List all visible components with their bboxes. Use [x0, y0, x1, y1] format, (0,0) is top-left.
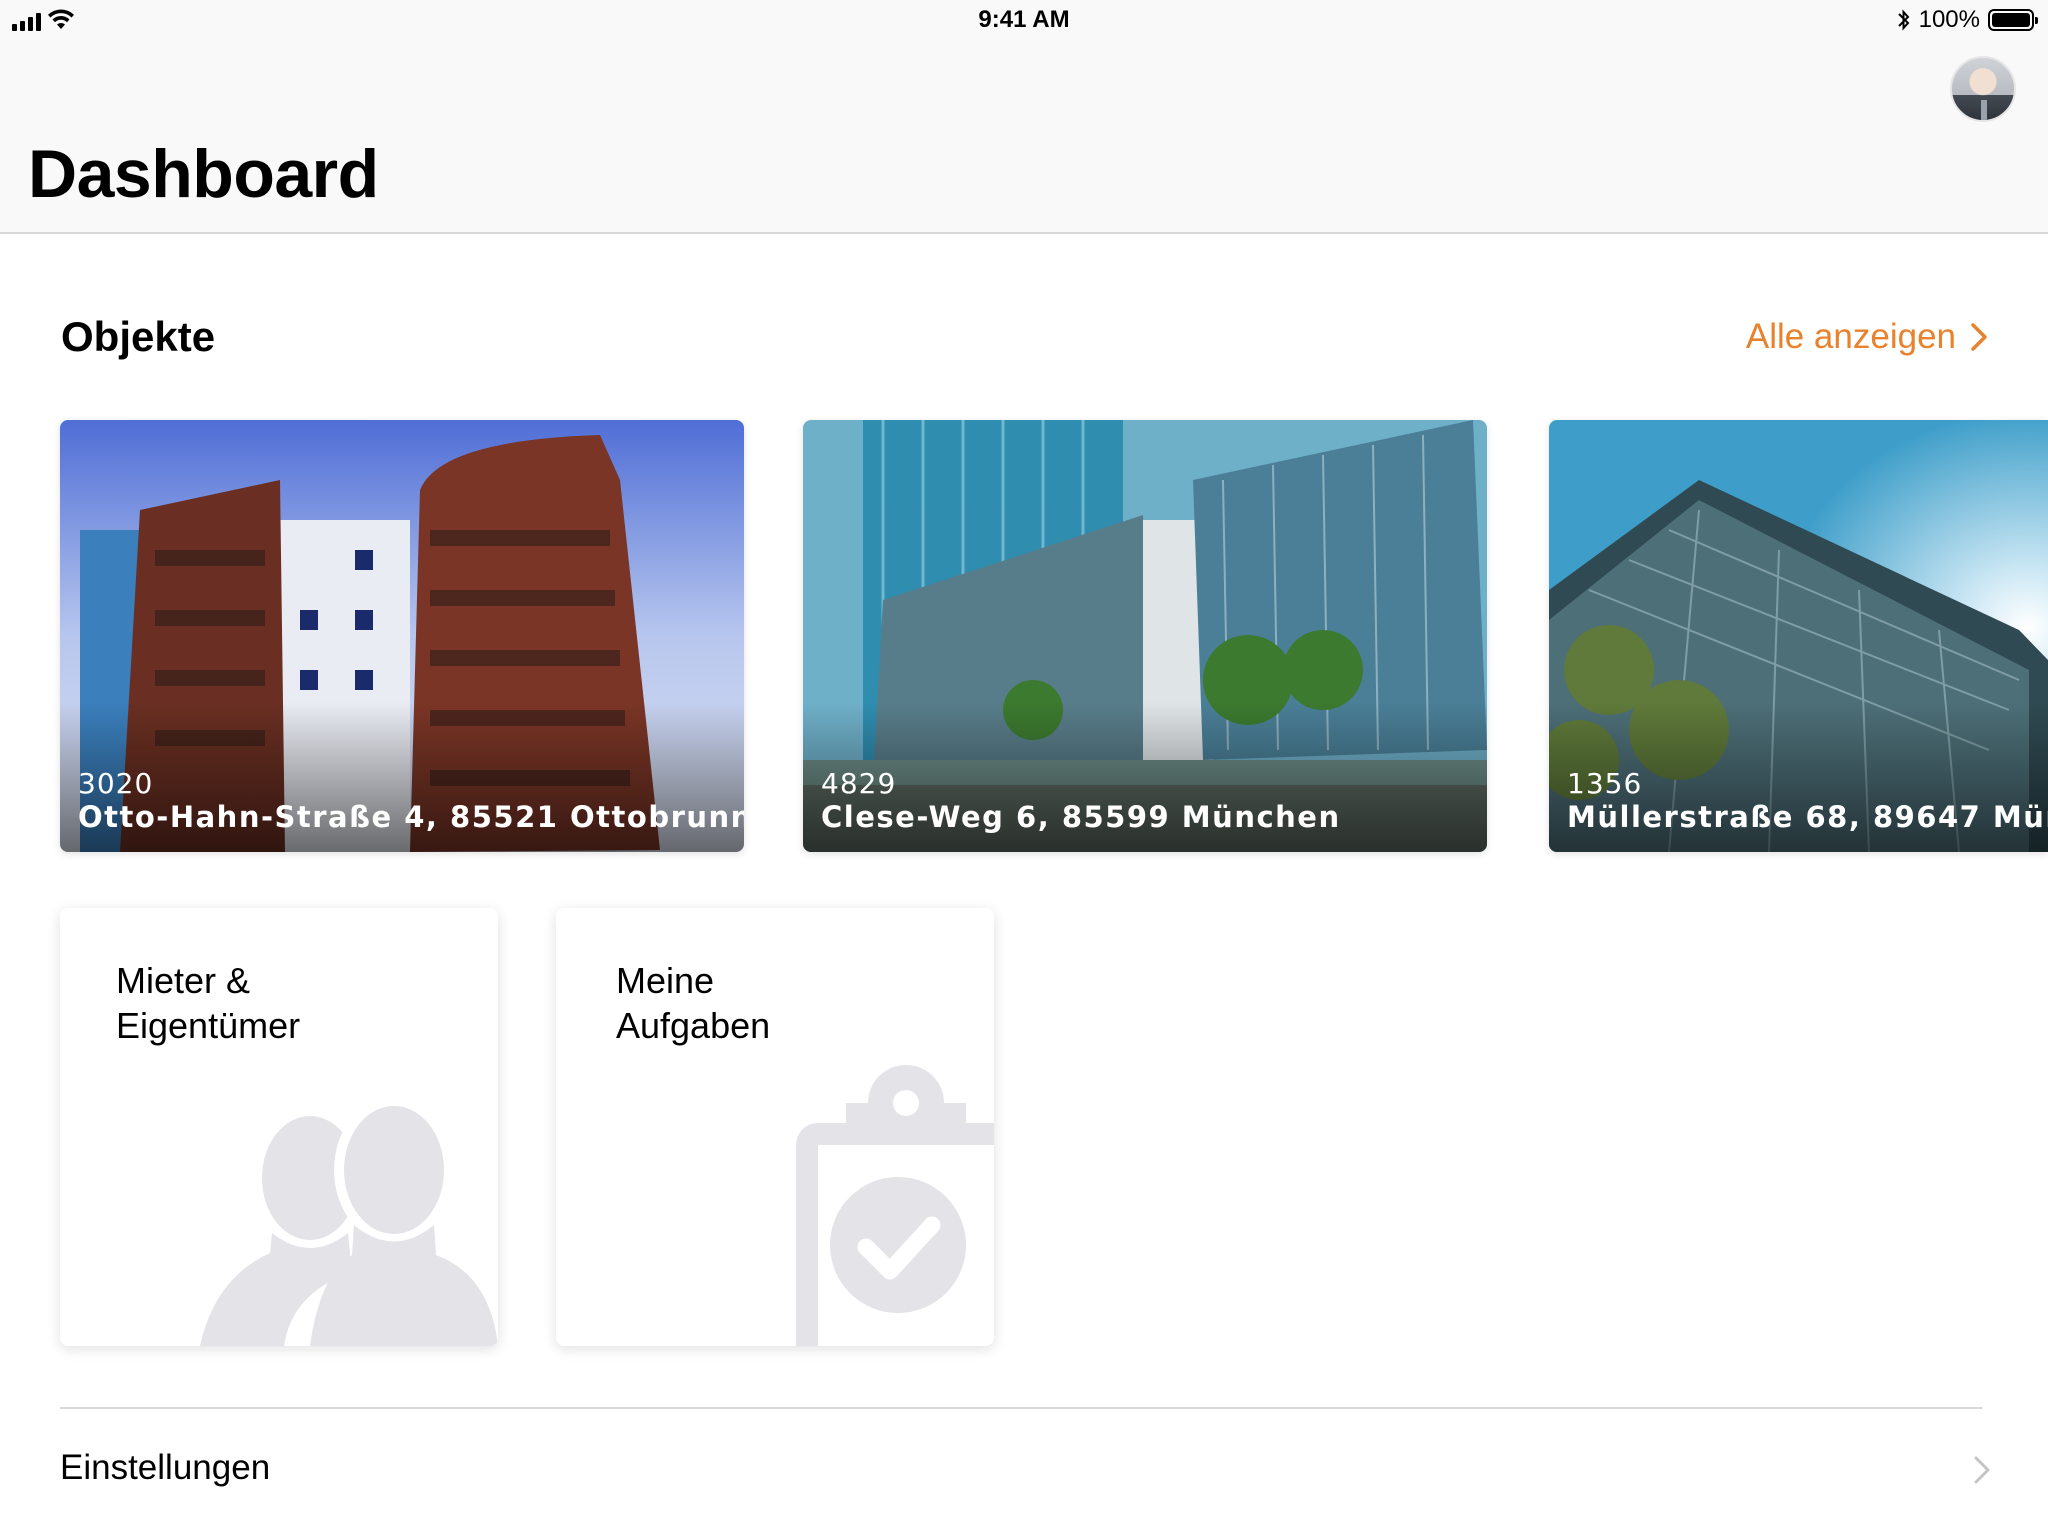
property-number: 4829: [821, 767, 897, 800]
chevron-right-icon: [1974, 1456, 1990, 1484]
show-all-link[interactable]: Alle anzeigen: [1746, 312, 1988, 362]
tile-title: Meine Aufgaben: [616, 960, 771, 1046]
avatar[interactable]: [1950, 56, 2016, 122]
chevron-right-icon: [1971, 323, 1987, 351]
divider: [60, 1407, 1982, 1409]
property-card[interactable]: 3020 Otto-Hahn-Straße 4, 85521 Ottobrunn: [60, 420, 744, 852]
property-address: Müllerstraße 68, 89647 Münc: [1567, 800, 2048, 834]
navigation-header: 9:41 AM 100% Dashboard: [0, 0, 2048, 234]
property-number: 1356: [1567, 767, 1643, 800]
battery-icon: [1988, 9, 2038, 31]
property-address: Otto-Hahn-Straße 4, 85521 Ottobrunn: [78, 800, 744, 834]
people-icon: [200, 1103, 498, 1346]
clipboard-check-icon: [796, 1065, 994, 1346]
status-bar: 9:41 AM 100%: [0, 0, 2048, 42]
show-all-label: Alle anzeigen: [1745, 317, 1956, 356]
battery-percentage: 100%: [1918, 6, 1980, 33]
tile-title: Mieter & Eigentümer: [116, 960, 301, 1046]
settings-label: Einstellungen: [60, 1448, 271, 1487]
settings-row[interactable]: Einstellungen: [60, 1430, 1990, 1510]
section-title-objects: Objekte: [61, 313, 216, 360]
bluetooth-icon: [1897, 9, 1909, 31]
status-time: 9:41 AM: [978, 6, 1070, 33]
tenants-owners-tile[interactable]: Mieter & Eigentümer: [60, 908, 498, 1346]
property-number: 3020: [78, 767, 154, 800]
my-tasks-tile[interactable]: Meine Aufgaben: [556, 908, 994, 1346]
status-right: 100%: [1897, 6, 2038, 34]
property-card[interactable]: 1356 Müllerstraße 68, 89647 Münc: [1549, 420, 2048, 852]
property-card[interactable]: 4829 Clese-Weg 6, 85599 München: [803, 420, 1487, 852]
property-address: Clese-Weg 6, 85599 München: [821, 800, 1341, 834]
page-title: Dashboard: [28, 136, 379, 212]
